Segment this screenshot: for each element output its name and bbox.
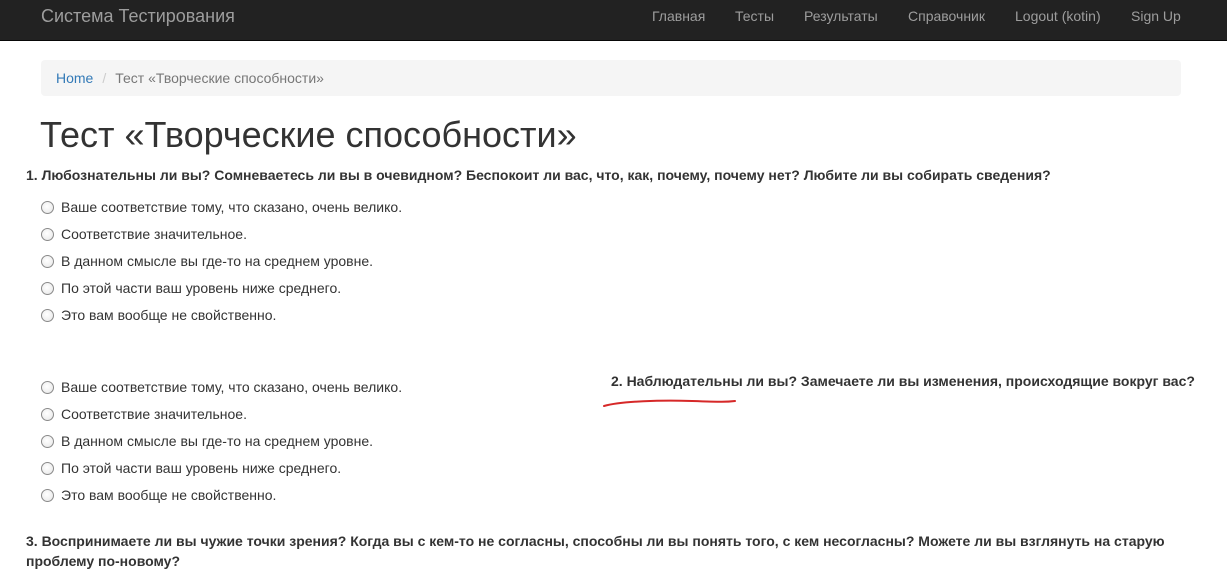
q2-option-4[interactable]: По этой части ваш уровень ниже среднего. xyxy=(41,458,341,478)
option-label: Соответствие значительное. xyxy=(61,406,247,422)
option-label: По этой части ваш уровень ниже среднего. xyxy=(61,280,342,296)
nav-signup[interactable]: Sign Up xyxy=(1131,8,1181,24)
red-underline-annotation xyxy=(603,399,736,407)
question-1-text: 1. Любознательны ли вы? Сомневаетесь ли … xyxy=(26,167,1051,183)
top-navbar: Система Тестирования Главная Тесты Резул… xyxy=(0,0,1227,41)
radio-button[interactable] xyxy=(41,380,54,394)
q1-option-3[interactable]: В данном смысле вы где-то на среднем уро… xyxy=(41,251,373,271)
q1-option-2[interactable]: Соответствие значительное. xyxy=(41,224,247,244)
q2-option-1[interactable]: Ваше соответствие тому, что сказано, оче… xyxy=(41,377,402,397)
nav-logout[interactable]: Logout (kotin) xyxy=(1015,8,1101,24)
nav-home[interactable]: Главная xyxy=(652,8,705,24)
breadcrumb-home-link[interactable]: Home xyxy=(56,70,93,86)
radio-button[interactable] xyxy=(41,200,54,214)
q1-option-1[interactable]: Ваше соответствие тому, что сказано, оче… xyxy=(41,197,402,217)
breadcrumb-separator: / xyxy=(102,70,107,86)
option-label: Ваше соответствие тому, что сказано, оче… xyxy=(61,379,403,395)
question-3-text: 3. Воспринимаете ли вы чужие точки зрени… xyxy=(26,533,1165,569)
option-label: Ваше соответствие тому, что сказано, оче… xyxy=(61,199,403,215)
nav-reference[interactable]: Справочник xyxy=(908,8,985,24)
q2-option-3[interactable]: В данном смысле вы где-то на среднем уро… xyxy=(41,431,373,451)
radio-button[interactable] xyxy=(41,281,54,295)
nav-tests[interactable]: Тесты xyxy=(735,8,774,24)
option-label: Это вам вообще не свойственно. xyxy=(61,487,277,503)
brand-link[interactable]: Система Тестирования xyxy=(41,6,235,27)
radio-button[interactable] xyxy=(41,461,54,475)
option-label: По этой части ваш уровень ниже среднего. xyxy=(61,460,342,476)
question-2-text: 2. Наблюдательны ли вы? Замечаете ли вы … xyxy=(611,373,1195,389)
option-label: Соответствие значительное. xyxy=(61,226,247,242)
q2-option-5[interactable]: Это вам вообще не свойственно. xyxy=(41,485,276,505)
radio-button[interactable] xyxy=(41,434,54,448)
radio-button[interactable] xyxy=(41,407,54,421)
option-label: В данном смысле вы где-то на среднем уро… xyxy=(61,433,374,449)
radio-button[interactable] xyxy=(41,488,54,502)
radio-button[interactable] xyxy=(41,254,54,268)
nav-results[interactable]: Результаты xyxy=(804,8,878,24)
breadcrumb-current: Тест «Творческие способности» xyxy=(115,70,324,86)
breadcrumb: Home / Тест «Творческие способности» xyxy=(41,60,1181,96)
q1-option-4[interactable]: По этой части ваш уровень ниже среднего. xyxy=(41,278,341,298)
q1-option-5[interactable]: Это вам вообще не свойственно. xyxy=(41,305,276,325)
option-label: Это вам вообще не свойственно. xyxy=(61,307,277,323)
option-label: В данном смысле вы где-то на среднем уро… xyxy=(61,253,374,269)
radio-button[interactable] xyxy=(41,308,54,322)
radio-button[interactable] xyxy=(41,227,54,241)
page-title: Тест «Творческие способности» xyxy=(40,114,577,155)
q2-option-2[interactable]: Соответствие значительное. xyxy=(41,404,247,424)
